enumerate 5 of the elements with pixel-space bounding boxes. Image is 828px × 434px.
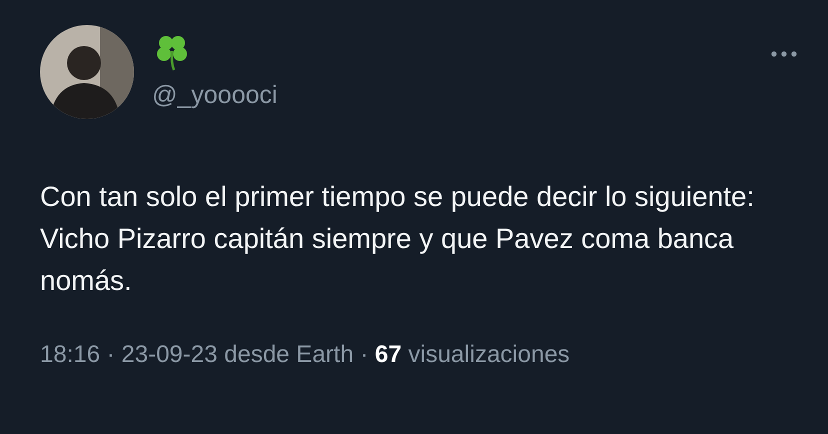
tweet-meta: 18:16 · 23-09-23 desde Earth · 67 visualizaciones xyxy=(40,340,571,370)
tweet-text: Con tan solo el primer tiempo se puede decir lo siguiente: Vicho Pizarro capitán siempre y que Pavez coma banca nomás. xyxy=(40,180,756,298)
clover-icon xyxy=(154,33,190,71)
user-handle[interactable]: @_yooooci xyxy=(152,80,278,110)
more-icon[interactable] xyxy=(770,50,798,58)
